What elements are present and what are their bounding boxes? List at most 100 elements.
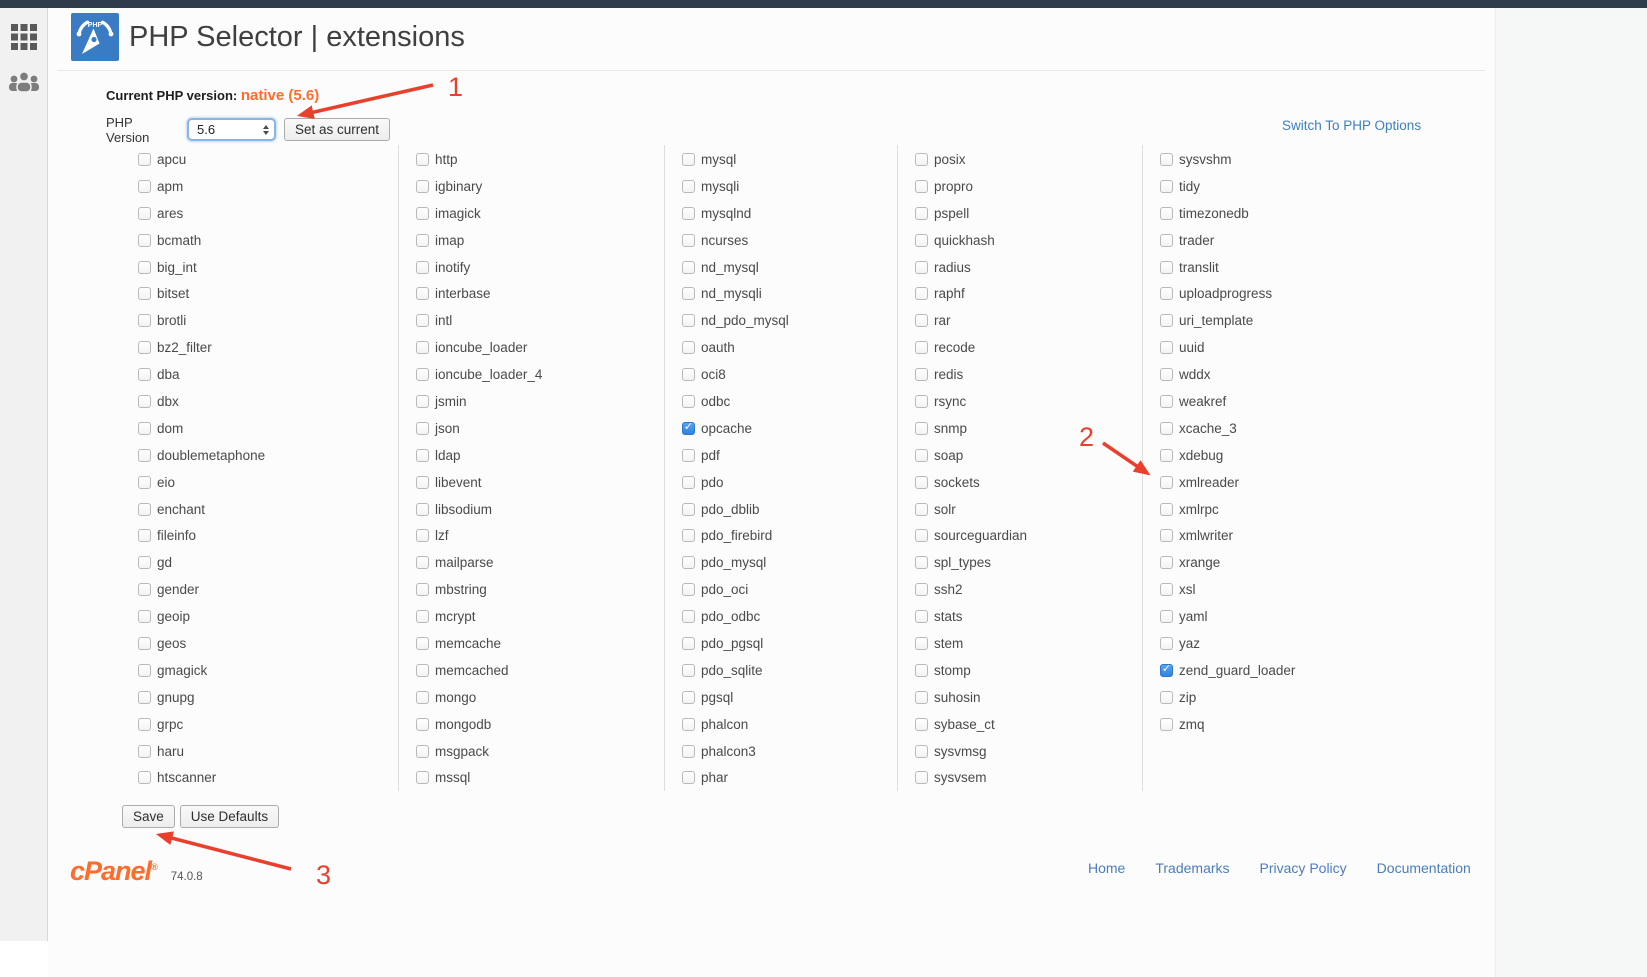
extension-row-fileinfo[interactable]: fileinfo [138, 522, 398, 549]
extension-checkbox-nd_mysql[interactable] [682, 261, 695, 274]
extension-checkbox-pdo_oci[interactable] [682, 583, 695, 596]
extension-checkbox-libevent[interactable] [416, 476, 429, 489]
extension-checkbox-intl[interactable] [416, 314, 429, 327]
extension-row-geos[interactable]: geos [138, 630, 398, 657]
extension-checkbox-big_int[interactable] [138, 261, 151, 274]
extension-checkbox-mailparse[interactable] [416, 556, 429, 569]
extension-checkbox-snmp[interactable] [915, 422, 928, 435]
extension-checkbox-phalcon[interactable] [682, 718, 695, 731]
extension-checkbox-pdo_mysql[interactable] [682, 556, 695, 569]
extension-row-mysqlnd[interactable]: mysqlnd [682, 200, 897, 227]
extension-row-zend_guard_loader[interactable]: zend_guard_loader [1160, 657, 1420, 684]
extension-row-xdebug[interactable]: xdebug [1160, 442, 1420, 469]
extension-checkbox-gender[interactable] [138, 583, 151, 596]
extension-row-suhosin[interactable]: suhosin [915, 684, 1142, 711]
extension-checkbox-yaml[interactable] [1160, 610, 1173, 623]
extension-checkbox-odbc[interactable] [682, 395, 695, 408]
extension-checkbox-mcrypt[interactable] [416, 610, 429, 623]
extension-checkbox-sysvmsg[interactable] [915, 745, 928, 758]
extension-checkbox-propro[interactable] [915, 180, 928, 193]
extension-checkbox-bitset[interactable] [138, 287, 151, 300]
extension-checkbox-mongo[interactable] [416, 691, 429, 704]
extension-checkbox-mssql[interactable] [416, 771, 429, 784]
extension-checkbox-stats[interactable] [915, 610, 928, 623]
extension-checkbox-fileinfo[interactable] [138, 529, 151, 542]
extension-checkbox-htscanner[interactable] [138, 771, 151, 784]
extension-checkbox-zip[interactable] [1160, 691, 1173, 704]
extension-row-bcmath[interactable]: bcmath [138, 227, 398, 254]
extension-row-sysvsem[interactable]: sysvsem [915, 764, 1142, 791]
extension-row-geoip[interactable]: geoip [138, 603, 398, 630]
extension-checkbox-xcache_3[interactable] [1160, 422, 1173, 435]
extension-row-dba[interactable]: dba [138, 361, 398, 388]
extension-checkbox-posix[interactable] [915, 153, 928, 166]
extension-checkbox-raphf[interactable] [915, 287, 928, 300]
extension-checkbox-memcache[interactable] [416, 637, 429, 650]
extension-row-propro[interactable]: propro [915, 173, 1142, 200]
extension-checkbox-stomp[interactable] [915, 664, 928, 677]
extension-row-pgsql[interactable]: pgsql [682, 684, 897, 711]
extension-checkbox-xmlreader[interactable] [1160, 476, 1173, 489]
extension-checkbox-pdo_firebird[interactable] [682, 529, 695, 542]
extension-row-mssql[interactable]: mssql [416, 764, 664, 791]
extension-row-odbc[interactable]: odbc [682, 388, 897, 415]
extension-checkbox-oauth[interactable] [682, 341, 695, 354]
extension-checkbox-rsync[interactable] [915, 395, 928, 408]
extension-checkbox-solr[interactable] [915, 503, 928, 516]
extension-checkbox-nd_pdo_mysql[interactable] [682, 314, 695, 327]
extension-row-mbstring[interactable]: mbstring [416, 576, 664, 603]
extension-row-radius[interactable]: radius [915, 254, 1142, 281]
extension-row-pdo_mysql[interactable]: pdo_mysql [682, 549, 897, 576]
extension-checkbox-lzf[interactable] [416, 529, 429, 542]
extension-row-oauth[interactable]: oauth [682, 334, 897, 361]
extension-row-mailparse[interactable]: mailparse [416, 549, 664, 576]
extension-checkbox-timezonedb[interactable] [1160, 207, 1173, 220]
extension-row-inotify[interactable]: inotify [416, 254, 664, 281]
extension-row-soap[interactable]: soap [915, 442, 1142, 469]
extension-row-posix[interactable]: posix [915, 146, 1142, 173]
extension-row-bitset[interactable]: bitset [138, 280, 398, 307]
extension-checkbox-ioncube_loader_4[interactable] [416, 368, 429, 381]
extension-row-uri_template[interactable]: uri_template [1160, 307, 1420, 334]
extension-checkbox-dbx[interactable] [138, 395, 151, 408]
extension-checkbox-gmagick[interactable] [138, 664, 151, 677]
extension-checkbox-spl_types[interactable] [915, 556, 928, 569]
extension-checkbox-pdf[interactable] [682, 449, 695, 462]
extension-row-pdo_oci[interactable]: pdo_oci [682, 576, 897, 603]
extension-row-lzf[interactable]: lzf [416, 522, 664, 549]
extension-checkbox-msgpack[interactable] [416, 745, 429, 758]
extension-row-xmlwriter[interactable]: xmlwriter [1160, 522, 1420, 549]
extension-row-ioncube_loader_4[interactable]: ioncube_loader_4 [416, 361, 664, 388]
extension-row-uuid[interactable]: uuid [1160, 334, 1420, 361]
extension-checkbox-sybase_ct[interactable] [915, 718, 928, 731]
extension-checkbox-weakref[interactable] [1160, 395, 1173, 408]
extension-row-pdo[interactable]: pdo [682, 469, 897, 496]
extension-row-htscanner[interactable]: htscanner [138, 764, 398, 791]
php-version-select[interactable]: 5.6 [187, 118, 276, 141]
extension-checkbox-xdebug[interactable] [1160, 449, 1173, 462]
extension-checkbox-uploadprogress[interactable] [1160, 287, 1173, 300]
extension-checkbox-phalcon3[interactable] [682, 745, 695, 758]
extension-row-pdo_dblib[interactable]: pdo_dblib [682, 496, 897, 523]
extension-row-ioncube_loader[interactable]: ioncube_loader [416, 334, 664, 361]
extension-row-wddx[interactable]: wddx [1160, 361, 1420, 388]
extension-row-uploadprogress[interactable]: uploadprogress [1160, 280, 1420, 307]
extension-row-grpc[interactable]: grpc [138, 711, 398, 738]
extension-checkbox-geoip[interactable] [138, 610, 151, 623]
extension-row-haru[interactable]: haru [138, 738, 398, 765]
extension-checkbox-geos[interactable] [138, 637, 151, 650]
extension-checkbox-zmq[interactable] [1160, 718, 1173, 731]
extension-checkbox-phar[interactable] [682, 771, 695, 784]
extension-checkbox-tidy[interactable] [1160, 180, 1173, 193]
extension-checkbox-enchant[interactable] [138, 503, 151, 516]
extension-checkbox-pspell[interactable] [915, 207, 928, 220]
extension-checkbox-dba[interactable] [138, 368, 151, 381]
extension-row-nd_pdo_mysql[interactable]: nd_pdo_mysql [682, 307, 897, 334]
extension-checkbox-dom[interactable] [138, 422, 151, 435]
extension-checkbox-mbstring[interactable] [416, 583, 429, 596]
set-as-current-button[interactable]: Set as current [284, 118, 390, 141]
footer-link-trademarks[interactable]: Trademarks [1155, 860, 1229, 876]
extension-checkbox-mysqlnd[interactable] [682, 207, 695, 220]
extension-checkbox-uuid[interactable] [1160, 341, 1173, 354]
extension-row-mongodb[interactable]: mongodb [416, 711, 664, 738]
